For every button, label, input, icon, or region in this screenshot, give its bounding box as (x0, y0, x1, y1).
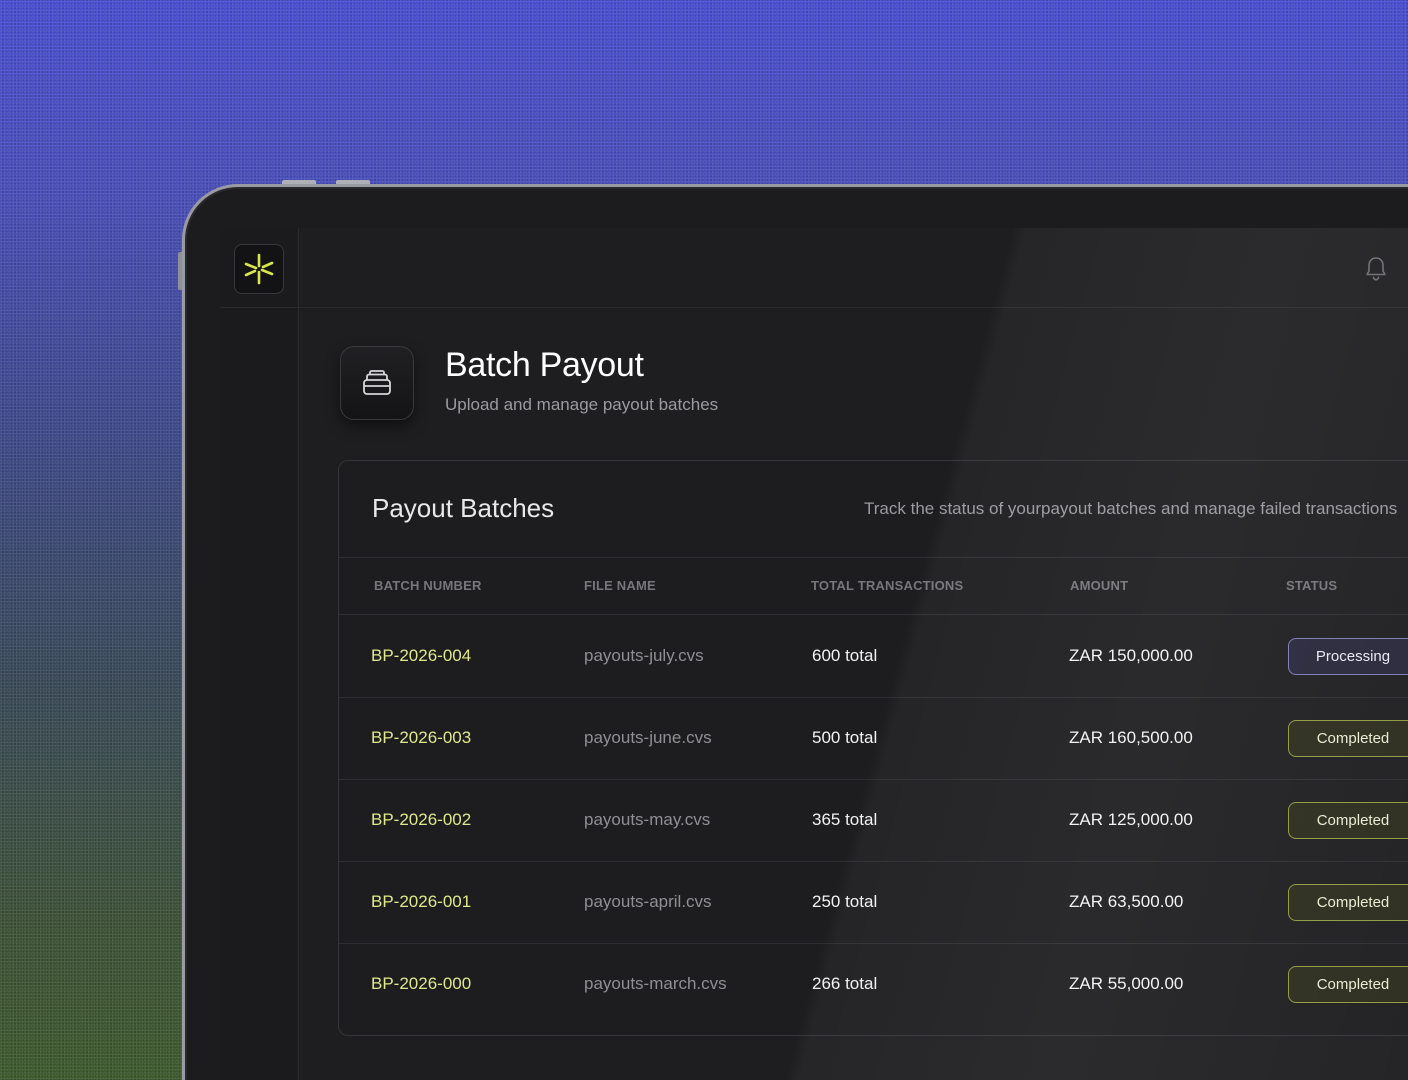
amount: ZAR 150,000.00 (1069, 646, 1193, 665)
total-transactions: 365 total (812, 810, 878, 829)
total-transactions: 600 total (812, 646, 878, 665)
total-transactions: 266 total (812, 974, 878, 993)
table-row[interactable]: BP-2026-004 payouts-july.cvs 600 total Z… (339, 616, 1408, 698)
table-row[interactable]: BP-2026-002 payouts-may.cvs 365 total ZA… (339, 780, 1408, 862)
amount: ZAR 160,500.00 (1069, 728, 1193, 747)
table-row[interactable]: BP-2026-000 payouts-march.cvs 266 total … (339, 944, 1408, 1026)
payout-batches-card: Payout Batches Track the status of yourp… (338, 460, 1408, 1036)
file-name: payouts-june.cvs (584, 728, 712, 747)
asterisk-logo-icon[interactable] (234, 244, 284, 294)
batch-number-link[interactable]: BP-2026-003 (371, 728, 471, 748)
file-name: payouts-may.cvs (584, 810, 711, 829)
app-screen: Batch Payout Upload and manage payout ba… (220, 228, 1408, 1080)
status-badge: Processing (1288, 638, 1408, 675)
total-transactions: 500 total (812, 728, 878, 747)
page-title: Batch Payout (445, 346, 644, 384)
sidebar (220, 228, 299, 1080)
amount: ZAR 63,500.00 (1069, 892, 1184, 911)
card-header: Payout Batches Track the status of yourp… (339, 461, 1408, 558)
top-bar (299, 228, 1408, 308)
page-subtitle: Upload and manage payout batches (445, 395, 719, 414)
table-row[interactable]: BP-2026-003 payouts-june.cvs 500 total Z… (339, 698, 1408, 780)
column-header-total-transactions[interactable]: TOTAL TRANSACTIONS (811, 578, 963, 593)
status-badge: Completed (1288, 884, 1408, 921)
batch-number-link[interactable]: BP-2026-002 (371, 810, 471, 830)
card-title: Payout Batches (372, 493, 555, 523)
table-header: BATCH NUMBER FILE NAME TOTAL TRANSACTION… (339, 558, 1408, 615)
column-header-status[interactable]: STATUS (1286, 578, 1337, 593)
status-badge: Completed (1288, 802, 1408, 839)
card-description: Track the status of yourpayout batches a… (864, 499, 1398, 518)
file-name: payouts-march.cvs (584, 974, 727, 993)
amount: ZAR 55,000.00 (1069, 974, 1184, 993)
batch-number-link[interactable]: BP-2026-000 (371, 974, 471, 994)
total-transactions: 250 total (812, 892, 878, 911)
column-header-batch-number[interactable]: BATCH NUMBER (374, 578, 482, 593)
file-name: payouts-july.cvs (584, 646, 704, 665)
bell-icon[interactable] (1364, 256, 1388, 282)
stack-icon (340, 346, 414, 420)
table-row[interactable]: BP-2026-001 payouts-april.cvs 250 total … (339, 862, 1408, 944)
batch-number-link[interactable]: BP-2026-001 (371, 892, 471, 912)
column-header-file-name[interactable]: FILE NAME (584, 578, 656, 593)
status-badge: Completed (1288, 720, 1408, 757)
amount: ZAR 125,000.00 (1069, 810, 1193, 829)
column-header-amount[interactable]: AMOUNT (1070, 578, 1128, 593)
status-badge: Completed (1288, 966, 1408, 1003)
file-name: payouts-april.cvs (584, 892, 712, 911)
sidebar-divider (220, 307, 299, 308)
batch-number-link[interactable]: BP-2026-004 (371, 646, 471, 666)
